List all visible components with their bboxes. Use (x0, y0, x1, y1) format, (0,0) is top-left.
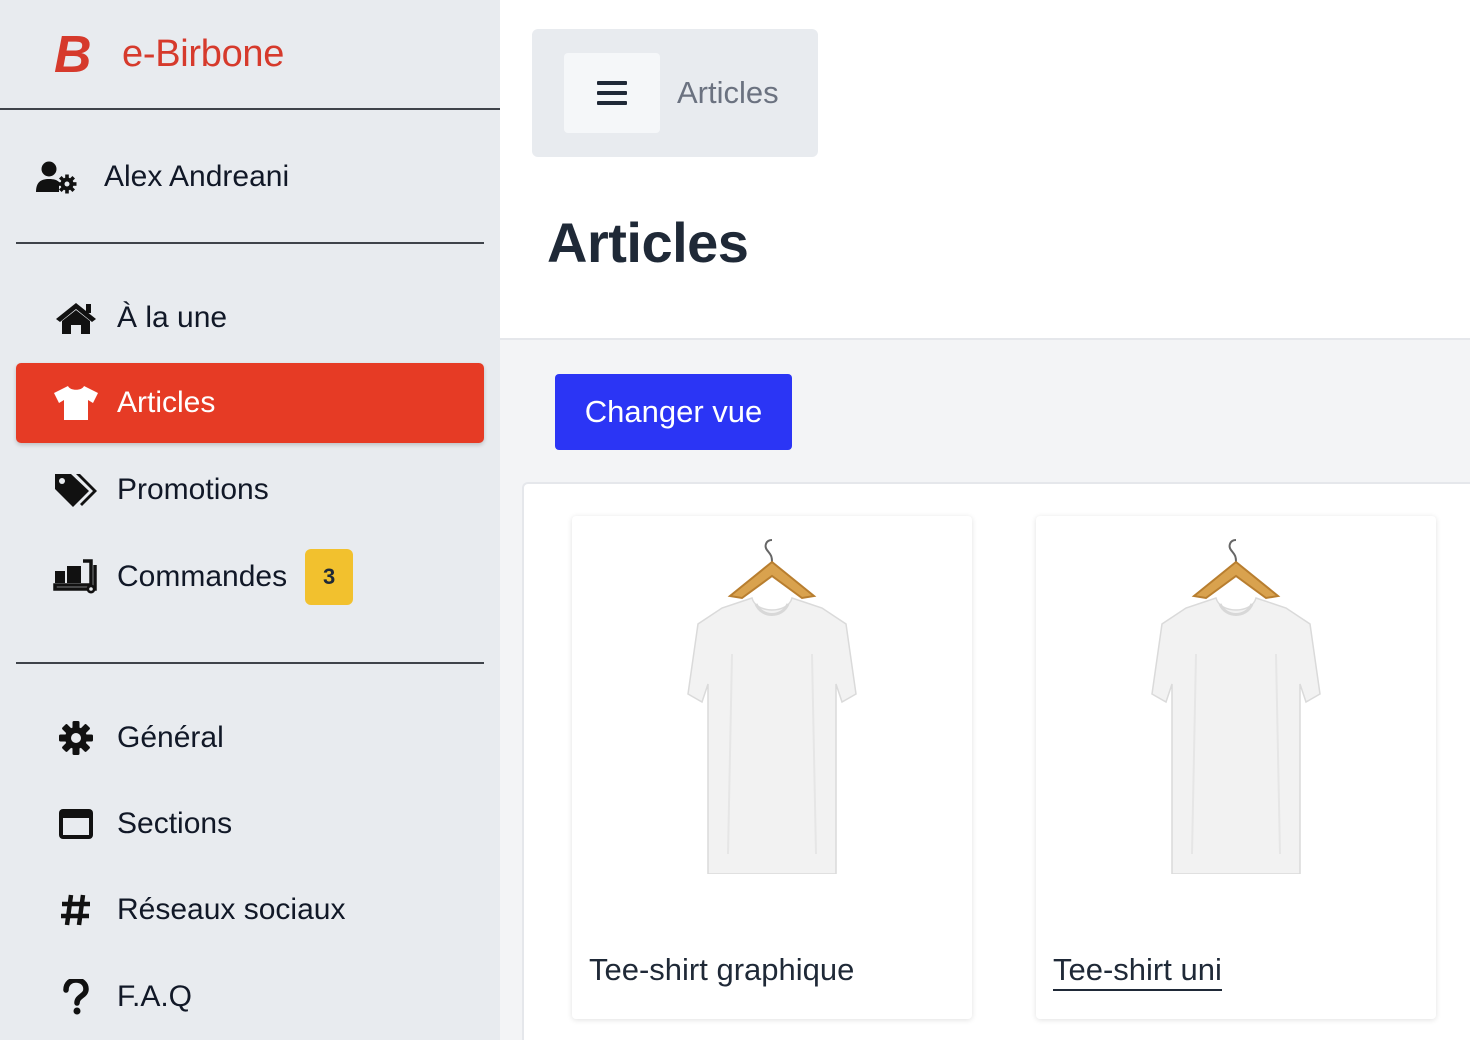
nav-label: F.A.Q (117, 980, 193, 1013)
dolly-icon (52, 557, 100, 597)
brand-name: e-Birbone (122, 32, 285, 75)
orders-count-badge: 3 (305, 549, 354, 605)
user-cog-icon (36, 160, 78, 194)
tshirt-image (1151, 539, 1321, 874)
user-name: Alex Andreani (104, 160, 290, 193)
page-title: Articles (547, 211, 749, 274)
nav-label: Sections (117, 807, 233, 840)
user-profile[interactable]: Alex Andreani (0, 110, 500, 244)
brand-logo-icon: B (54, 30, 92, 78)
breadcrumb-current: Articles (677, 75, 779, 110)
brand[interactable]: B e-Birbone (0, 0, 500, 110)
divider (16, 662, 484, 664)
nav-label: Articles (117, 386, 216, 419)
nav-item-articles[interactable]: Articles (16, 363, 484, 443)
product-card[interactable]: Tee-shirt graphique (572, 516, 972, 1019)
content-area: Changer vue Tee-shirt graphique Tee-shir… (500, 338, 1470, 1040)
nav-item-reseaux-sociaux[interactable]: Réseaux sociaux (16, 870, 484, 950)
menu-toggle-button[interactable] (564, 53, 660, 133)
window-icon (52, 804, 100, 844)
product-card[interactable]: Tee-shirt uni (1036, 516, 1436, 1019)
hashtag-icon (52, 890, 100, 930)
tags-icon (52, 470, 100, 510)
change-view-button[interactable]: Changer vue (555, 374, 792, 450)
nav-item-a-la-une[interactable]: À la une (16, 278, 484, 358)
nav-item-commandes[interactable]: Commandes 3 (16, 537, 484, 617)
nav-item-general[interactable]: Général (16, 698, 484, 778)
tshirt-icon (52, 383, 100, 423)
product-title[interactable]: Tee-shirt graphique (589, 952, 854, 988)
nav-label: Promotions (117, 473, 269, 506)
main-content: Articles Articles Changer vue Tee-shirt … (500, 0, 1470, 1040)
gear-icon (52, 718, 100, 758)
sidebar: B e-Birbone Alex Andreani À la une Artic… (0, 0, 500, 1040)
nav-item-promotions[interactable]: Promotions (16, 450, 484, 530)
question-icon (52, 977, 100, 1017)
tshirt-image (687, 539, 857, 874)
nav-label: Général (117, 721, 224, 754)
nav-label: Commandes (117, 560, 288, 593)
breadcrumb: Articles (532, 29, 818, 157)
nav-label: Réseaux sociaux (117, 893, 346, 926)
product-title[interactable]: Tee-shirt uni (1053, 952, 1222, 991)
svg-text:B: B (54, 30, 92, 78)
product-grid: Tee-shirt graphique Tee-shirt uni (522, 482, 1470, 1040)
home-icon (52, 298, 100, 338)
hamburger-icon (597, 81, 627, 105)
nav-item-faq[interactable]: F.A.Q (16, 957, 484, 1037)
nav-label: À la une (117, 301, 228, 334)
divider (16, 242, 484, 244)
nav-item-sections[interactable]: Sections (16, 784, 484, 864)
